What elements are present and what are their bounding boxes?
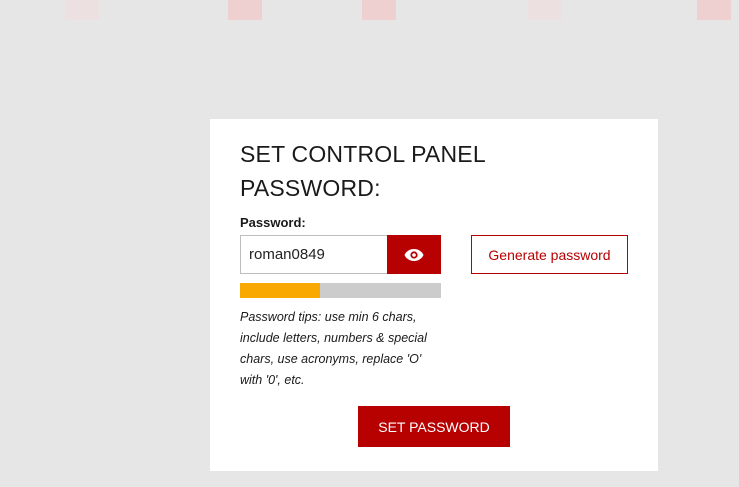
set-password-card: SET CONTROL PANEL PASSWORD: Password: Ge… xyxy=(210,119,658,471)
background-tile xyxy=(528,0,562,20)
card-title: SET CONTROL PANEL PASSWORD: xyxy=(240,141,485,201)
generate-password-button[interactable]: Generate password xyxy=(471,235,628,274)
background-tile xyxy=(362,0,396,20)
background-tile xyxy=(697,0,731,20)
set-password-button[interactable]: SET PASSWORD xyxy=(358,406,510,447)
password-strength-meter xyxy=(240,283,441,298)
eye-icon xyxy=(404,248,424,262)
show-password-button[interactable] xyxy=(387,235,441,274)
password-tips: Password tips: use min 6 chars, include … xyxy=(240,310,427,387)
background-tile xyxy=(228,0,262,20)
background-tile xyxy=(65,0,99,20)
password-input[interactable] xyxy=(240,235,387,274)
password-label: Password: xyxy=(240,215,306,230)
password-strength-fill xyxy=(240,283,321,298)
